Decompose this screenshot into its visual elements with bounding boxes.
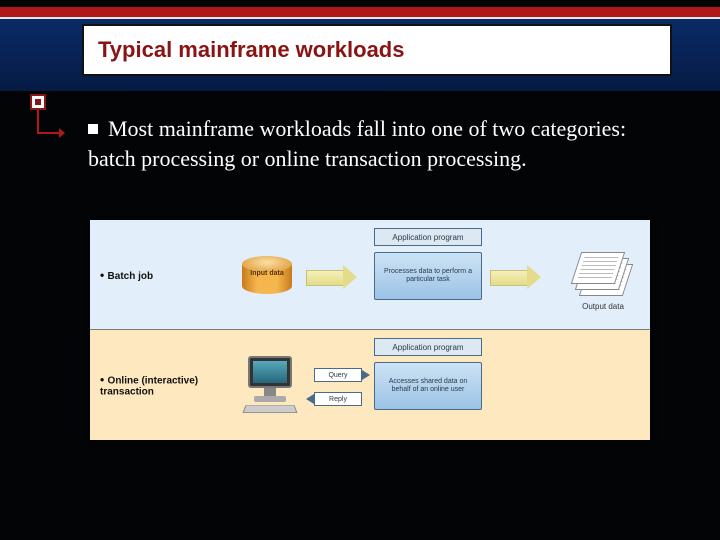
slide-title: Typical mainframe workloads [98, 37, 404, 63]
input-cylinder-icon: Input data [242, 256, 292, 294]
app-program-title: Application program [374, 228, 482, 246]
connector-line [37, 132, 61, 134]
accent-bar [0, 7, 720, 17]
body-paragraph: Most mainframe workloads fall into one o… [88, 114, 650, 173]
query-label-box: Query [314, 368, 362, 382]
reply-label-box: Reply [314, 392, 362, 406]
title-box: Typical mainframe workloads [82, 24, 672, 76]
connector-line [37, 110, 39, 132]
arrow-right-icon [490, 266, 542, 288]
row-label-batch: Batch job [100, 268, 220, 282]
arrow-right-icon [306, 266, 358, 288]
side-marker-icon [30, 94, 46, 110]
body-text: Most mainframe workloads fall into one o… [88, 116, 626, 171]
app-program-desc: Processes data to perform a particular t… [379, 268, 477, 285]
row-label-online: Online (interactive) transaction [100, 373, 220, 398]
terminal-icon [240, 356, 300, 416]
arrow-right-icon [362, 370, 370, 380]
input-data-label: Input data [242, 270, 292, 277]
app-program-box: Processes data to perform a particular t… [374, 252, 482, 300]
diagram-row-online: Online (interactive) transaction Query R… [90, 330, 650, 440]
workload-diagram: Batch job Input data Application program… [90, 220, 650, 440]
app-program-box-2: Accesses shared data on behalf of an onl… [374, 362, 482, 410]
arrow-left-icon [306, 394, 314, 404]
diagram-row-batch: Batch job Input data Application program… [90, 220, 650, 330]
app-program-title-2: Application program [374, 338, 482, 356]
app-program-desc-2: Accesses shared data on behalf of an onl… [379, 378, 477, 395]
output-data-label: Output data [570, 302, 636, 311]
arrow-right-icon [59, 128, 65, 138]
bullet-icon [88, 124, 98, 134]
output-pages-icon [572, 248, 632, 298]
